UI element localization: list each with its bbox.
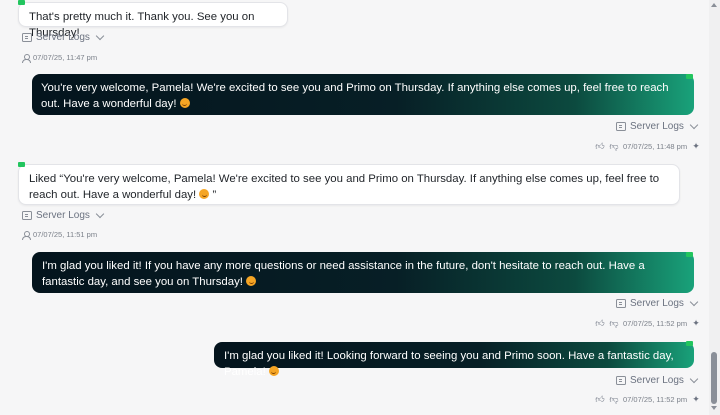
server-logs-label: Server Logs xyxy=(630,298,684,309)
agent-message: I'm glad you liked it! If you have any m… xyxy=(32,252,694,293)
user-icon xyxy=(22,53,31,63)
scrollbar[interactable] xyxy=(709,0,720,415)
chevron-down-icon xyxy=(689,120,699,129)
timestamp: 07/07/25, 11:52 pm xyxy=(623,394,688,404)
smile-emoji-icon xyxy=(199,189,210,199)
smile-emoji-icon xyxy=(179,98,190,108)
scroll-down-arrow-icon[interactable] xyxy=(711,406,717,410)
thumbs-up-icon[interactable]: 👍︎ xyxy=(595,318,605,328)
user-message: That's pretty much it. Thank you. See yo… xyxy=(18,2,288,39)
message-text: I'm glad you liked it! If you have any m… xyxy=(42,260,645,288)
sparkle-icon[interactable]: ✦ xyxy=(691,394,701,404)
thumbs-up-icon[interactable]: 👍︎ xyxy=(595,394,605,404)
agent-message: I'm glad you liked it! Looking forward t… xyxy=(214,342,694,378)
timestamp: 07/07/25, 11:52 pm xyxy=(623,318,688,328)
chevron-down-icon xyxy=(95,31,105,40)
logs-icon xyxy=(616,299,626,308)
message-meta: 👍︎ 👎︎ 07/07/25, 11:48 pm ✦ xyxy=(595,141,701,151)
timestamp: 07/07/25, 11:51 pm xyxy=(33,230,98,239)
server-logs-toggle[interactable]: Server Logs xyxy=(22,31,105,43)
timestamp: 07/07/25, 11:48 pm xyxy=(623,141,688,151)
server-logs-toggle[interactable]: Server Logs xyxy=(22,209,105,221)
server-logs-label: Server Logs xyxy=(36,32,90,43)
logs-icon xyxy=(22,211,32,220)
smile-emoji-icon xyxy=(246,276,257,286)
scroll-up-arrow-icon[interactable] xyxy=(711,3,717,7)
timestamp: 07/07/25, 11:47 pm xyxy=(33,53,98,62)
channel-flag-icon xyxy=(18,0,25,5)
user-icon xyxy=(22,230,31,240)
server-logs-label: Server Logs xyxy=(630,375,684,386)
message-meta: 👍︎ 👎︎ 07/07/25, 11:52 pm ✦ xyxy=(595,318,701,328)
thumbs-up-icon[interactable]: 👍︎ xyxy=(595,141,605,151)
server-logs-toggle[interactable]: Server Logs xyxy=(616,374,699,386)
thumbs-down-icon[interactable]: 👎︎ xyxy=(609,141,619,151)
server-logs-toggle[interactable]: Server Logs xyxy=(616,120,699,132)
channel-flag-icon xyxy=(18,162,25,167)
chevron-down-icon xyxy=(689,297,699,306)
chat-thread: That's pretty much it. Thank you. See yo… xyxy=(0,0,708,415)
message-meta: 07/07/25, 11:47 pm xyxy=(22,53,98,63)
scrollbar-thumb[interactable] xyxy=(711,352,717,404)
channel-flag-icon xyxy=(686,74,693,79)
message-text: I'm glad you liked it! Looking forward t… xyxy=(224,350,674,378)
smile-emoji-icon xyxy=(268,366,279,376)
logs-icon xyxy=(616,122,626,131)
server-logs-label: Server Logs xyxy=(630,121,684,132)
thumbs-down-icon[interactable]: 👎︎ xyxy=(609,394,619,404)
message-meta: 👍︎ 👎︎ 07/07/25, 11:52 pm ✦ xyxy=(595,394,701,404)
logs-icon xyxy=(22,33,32,42)
agent-message: You're very welcome, Pamela! We're excit… xyxy=(32,74,694,115)
server-logs-label: Server Logs xyxy=(36,210,90,221)
logs-icon xyxy=(616,376,626,385)
sparkle-icon[interactable]: ✦ xyxy=(691,318,701,328)
server-logs-toggle[interactable]: Server Logs xyxy=(616,297,699,309)
channel-flag-icon xyxy=(686,252,693,257)
message-meta: 07/07/25, 11:51 pm xyxy=(22,230,98,240)
message-text-end: ” xyxy=(212,189,217,201)
message-text: You're very welcome, Pamela! We're excit… xyxy=(41,82,669,110)
message-text: Liked “You're very welcome, Pamela! We'r… xyxy=(29,173,660,201)
chevron-down-icon xyxy=(689,374,699,383)
user-message: Liked “You're very welcome, Pamela! We'r… xyxy=(18,164,680,205)
thumbs-down-icon[interactable]: 👎︎ xyxy=(609,318,619,328)
channel-flag-icon xyxy=(686,341,693,346)
chevron-down-icon xyxy=(95,209,105,218)
sparkle-icon[interactable]: ✦ xyxy=(691,141,701,151)
